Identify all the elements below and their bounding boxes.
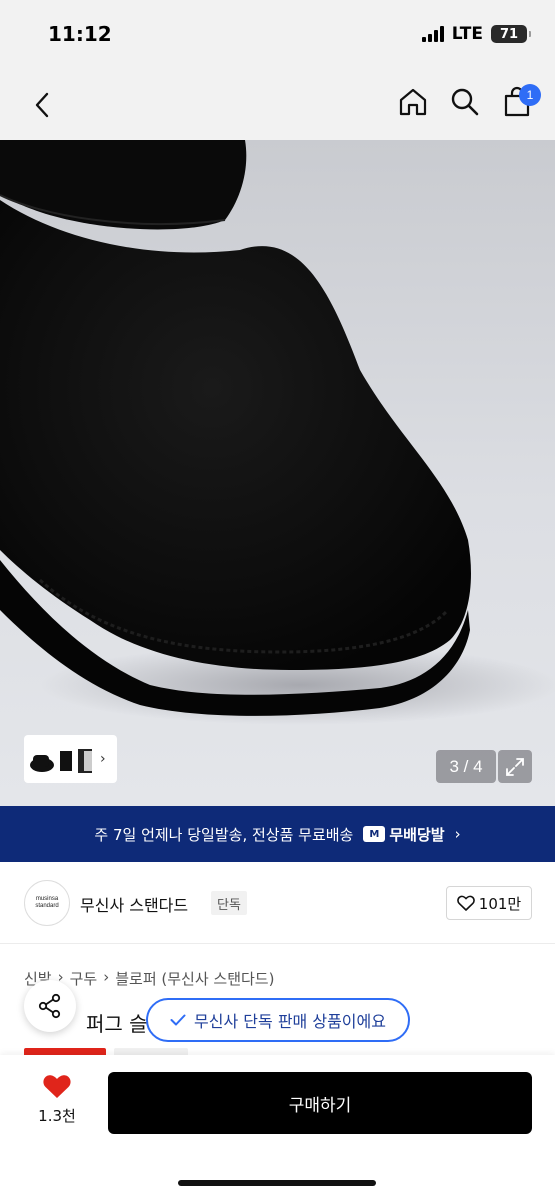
product-title-text: 퍼그 슬 [86,1012,148,1036]
free-delivery-logo: M 무배당발 [363,824,445,845]
thumbnail-strip[interactable]: › [24,735,117,783]
status-time: 11:12 [48,22,112,46]
status-bar: 11:12 LTE 71 [0,0,555,70]
exclusive-tooltip-text: 무신사 단독 판매 상품이에요 [194,1012,386,1031]
shipping-banner-text: 주 7일 언제나 당일발송, 전상품 무료배송 [94,825,354,844]
cart-button[interactable]: 1 [501,84,541,120]
wishlist-button[interactable]: 1.3천 [30,1073,84,1126]
search-button[interactable] [449,84,481,120]
wishlist-count: 1.3천 [38,1107,76,1125]
free-delivery-label: 무배당발 [389,825,445,844]
network-label: LTE [451,24,483,44]
cart-count-badge: 1 [519,84,541,106]
image-page-counter: 3 / 4 [436,750,496,783]
brand-logo[interactable]: musinsa standard [24,880,70,926]
thumbnail-chevron-icon: › [100,751,106,767]
heart-outline-icon [456,895,475,911]
home-indicator [178,1180,376,1186]
breadcrumb-item[interactable]: 구두 [70,968,98,989]
exclusive-badge: 단독 [211,891,247,915]
home-button[interactable] [397,84,429,120]
shipping-banner[interactable]: 주 7일 언제나 당일발송, 전상품 무료배송 M 무배당발 › [0,806,555,862]
brand-like-count: 101만 [478,894,522,913]
share-icon [38,993,61,1019]
heart-filled-icon [43,1075,71,1098]
search-icon [451,88,479,116]
thumbnail-image[interactable] [28,739,96,779]
delivery-truck-icon: M [363,826,386,842]
brand-name[interactable]: 무신사 스탠다드 [80,892,188,916]
battery-icon: 71 [491,25,531,43]
back-button[interactable] [26,88,58,122]
signal-icon [421,26,444,42]
brand-logo-line2: standard [35,903,59,909]
top-nav-bar: 1 [0,70,555,140]
check-icon [170,1014,186,1026]
expand-image-button[interactable] [498,750,532,783]
buy-button[interactable]: 구매하기 [108,1072,532,1134]
brand-logo-line1: musinsa [35,896,59,903]
back-icon [35,92,49,118]
home-icon [399,88,427,116]
shoe-thumbnails-icon [30,749,92,773]
battery-level: 71 [499,26,519,42]
banner-chevron-icon: › [454,825,461,843]
expand-icon [506,757,524,776]
nav-actions: 1 [397,84,541,120]
breadcrumb-separator-icon: › [103,968,110,986]
exclusive-tooltip: 무신사 단독 판매 상품이에요 [146,998,410,1042]
product-image-gallery[interactable]: › 3 / 4 [0,140,555,806]
share-button[interactable] [24,980,76,1032]
status-indicators: LTE 71 [421,24,531,44]
brand-row: musinsa standard 무신사 스탠다드 단독 101만 [0,862,555,944]
breadcrumb-item[interactable]: 블로퍼 (무신사 스탠다드) [115,968,274,989]
brand-like-button[interactable]: 101만 [446,886,532,920]
product-image [0,140,555,725]
bottom-action-bar: 1.3천 구매하기 [0,1055,555,1200]
